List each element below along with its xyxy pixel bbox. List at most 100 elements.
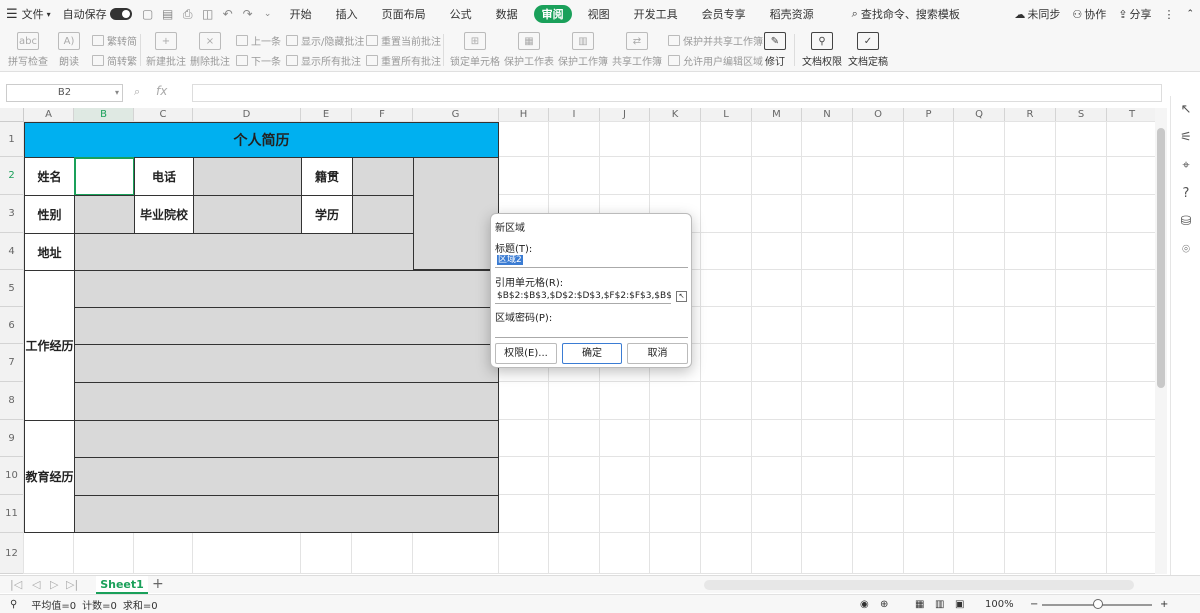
help-icon[interactable]: ? — [1177, 184, 1195, 202]
horizontal-scrollbar[interactable] — [704, 580, 1134, 590]
title-field[interactable]: 区域2 — [495, 253, 688, 268]
row-header[interactable]: 6 — [0, 307, 24, 344]
label-native[interactable]: 籍贯 — [301, 157, 353, 196]
allow-edit-ranges-button[interactable]: 允许用户编辑区域 — [668, 53, 763, 68]
row-header[interactable]: 9 — [0, 420, 24, 457]
column-header[interactable]: R — [1005, 108, 1056, 122]
fx-icon[interactable]: fx — [156, 84, 167, 98]
ref-field[interactable]: $B$2:$B$3,$D$2:$D$3,$F$2:$F$3,$B$4 — [495, 289, 671, 304]
next-sheet-icon[interactable]: ▷ — [50, 578, 58, 591]
row-header[interactable]: 4 — [0, 233, 24, 270]
resume-title[interactable]: 个人简历 — [24, 122, 499, 158]
export-pdf-icon[interactable]: ▤ — [160, 6, 176, 22]
cell-native-value[interactable] — [352, 157, 414, 196]
row-header[interactable]: 3 — [0, 195, 24, 233]
label-name[interactable]: 姓名 — [24, 157, 75, 196]
prev-sheet-icon[interactable]: ◁ — [32, 578, 40, 591]
column-header[interactable]: H — [499, 108, 549, 122]
next-comment-button[interactable]: 下一条 — [236, 53, 281, 68]
normal-view-icon[interactable]: ▦ — [915, 599, 924, 610]
tab-view[interactable]: 视图 — [576, 0, 622, 28]
zoom-level[interactable]: 100% — [985, 599, 1014, 610]
page-break-view-icon[interactable]: ▥ — [935, 599, 944, 610]
eye-protect-icon[interactable]: ◉ — [860, 599, 869, 610]
row-header[interactable]: 1 — [0, 122, 24, 157]
scroll-thumb[interactable] — [1157, 128, 1165, 388]
first-sheet-icon[interactable]: |◁ — [10, 578, 22, 591]
password-field[interactable] — [495, 323, 688, 338]
prev-comment-button[interactable]: 上一条 — [236, 33, 281, 48]
collapse-dialog-icon[interactable]: ↖ — [676, 291, 687, 302]
reading-view-icon[interactable]: ▣ — [955, 599, 964, 610]
label-phone[interactable]: 电话 — [134, 157, 194, 196]
work-row[interactable] — [74, 270, 499, 308]
column-header[interactable]: N — [802, 108, 853, 122]
zoom-in-icon[interactable]: + — [1160, 599, 1168, 610]
column-header[interactable]: L — [701, 108, 752, 122]
backup-icon[interactable]: ⛁ — [1177, 212, 1195, 230]
file-menu[interactable]: ☰ 文件 ▾ — [0, 0, 57, 28]
new-comment-button[interactable]: + 新建批注 — [146, 32, 186, 68]
ok-button[interactable]: 确定 — [562, 343, 622, 364]
column-header[interactable]: A — [24, 108, 74, 122]
print-preview-icon[interactable]: ◫ — [200, 6, 216, 22]
cell-school-value[interactable] — [193, 195, 302, 234]
print-icon[interactable]: ⎙ — [180, 6, 196, 22]
protect-share-button[interactable]: 保护并共享工作簿 — [668, 33, 763, 48]
column-header[interactable]: C — [134, 108, 193, 122]
select-all-corner[interactable] — [0, 108, 24, 122]
center-view-icon[interactable]: ⊕ — [880, 599, 888, 610]
zoom-knob[interactable] — [1093, 599, 1103, 609]
label-degree[interactable]: 学历 — [301, 195, 353, 234]
read-aloud-button[interactable]: A) 朗读 — [58, 32, 80, 68]
share-workbook-button[interactable]: ⇄ 共享工作簿 — [612, 32, 662, 68]
row-header[interactable]: 2 — [0, 157, 24, 195]
column-header[interactable]: M — [752, 108, 802, 122]
location-icon[interactable]: ⌾ — [1177, 240, 1195, 258]
label-gender[interactable]: 性别 — [24, 195, 75, 234]
collab-button[interactable]: ⚇ 协作 — [1066, 0, 1112, 28]
add-sheet-button[interactable]: + — [152, 576, 164, 592]
tab-data[interactable]: 数据 — [484, 0, 530, 28]
cancel-button[interactable]: 取消 — [627, 343, 688, 364]
cell-phone-value[interactable] — [193, 157, 302, 196]
show-all-comments-button[interactable]: 显示所有批注 — [286, 53, 361, 68]
cell-address-value[interactable] — [74, 233, 414, 271]
column-header[interactable]: T — [1107, 108, 1158, 122]
more-menu-icon[interactable]: ⋮ — [1157, 0, 1180, 28]
work-row[interactable] — [74, 382, 499, 421]
permission-button[interactable]: 权限(E)... — [495, 343, 557, 364]
revise-button[interactable]: ✎ 修订 — [764, 32, 786, 68]
simp-to-trad-button[interactable]: 简转繁 — [92, 53, 137, 68]
column-header[interactable]: K — [650, 108, 701, 122]
tab-developer[interactable]: 开发工具 — [622, 0, 690, 28]
save-icon[interactable]: ▢ — [140, 6, 156, 22]
column-header[interactable]: Q — [954, 108, 1005, 122]
column-header[interactable]: G — [413, 108, 499, 122]
format-icon[interactable]: ⌖ — [1177, 156, 1195, 174]
tab-formula[interactable]: 公式 — [438, 0, 484, 28]
zoom-out-icon[interactable]: − — [1030, 599, 1038, 610]
protect-workbook-button[interactable]: ▥ 保护工作簿 — [558, 32, 608, 68]
photo-cell[interactable] — [413, 157, 499, 270]
cell-b2-active[interactable] — [74, 157, 135, 196]
tab-page-layout[interactable]: 页面布局 — [370, 0, 438, 28]
row-header[interactable]: 5 — [0, 270, 24, 307]
column-header[interactable]: O — [853, 108, 904, 122]
education-row[interactable] — [74, 420, 499, 458]
label-education[interactable]: 教育经历 — [24, 420, 75, 533]
reset-current-comment-button[interactable]: 重置当前批注 — [366, 33, 441, 48]
row-header[interactable]: 12 — [0, 533, 24, 574]
trad-to-simp-button[interactable]: 繁转简 — [92, 33, 137, 48]
cell-gender-value[interactable] — [74, 195, 135, 234]
tab-docer[interactable]: 稻壳资源 — [758, 0, 826, 28]
autosave-toggle[interactable]: 自动保存 — [57, 0, 138, 28]
label-address[interactable]: 地址 — [24, 233, 75, 271]
lock-cell-button[interactable]: ⊞ 锁定单元格 — [450, 32, 500, 68]
sheet-tab-sheet1[interactable]: Sheet1 — [96, 576, 148, 594]
reset-all-comments-button[interactable]: 重置所有批注 — [366, 53, 441, 68]
work-row[interactable] — [74, 307, 499, 345]
row-header[interactable]: 10 — [0, 457, 24, 495]
education-row[interactable] — [74, 457, 499, 496]
tab-insert[interactable]: 插入 — [324, 0, 370, 28]
